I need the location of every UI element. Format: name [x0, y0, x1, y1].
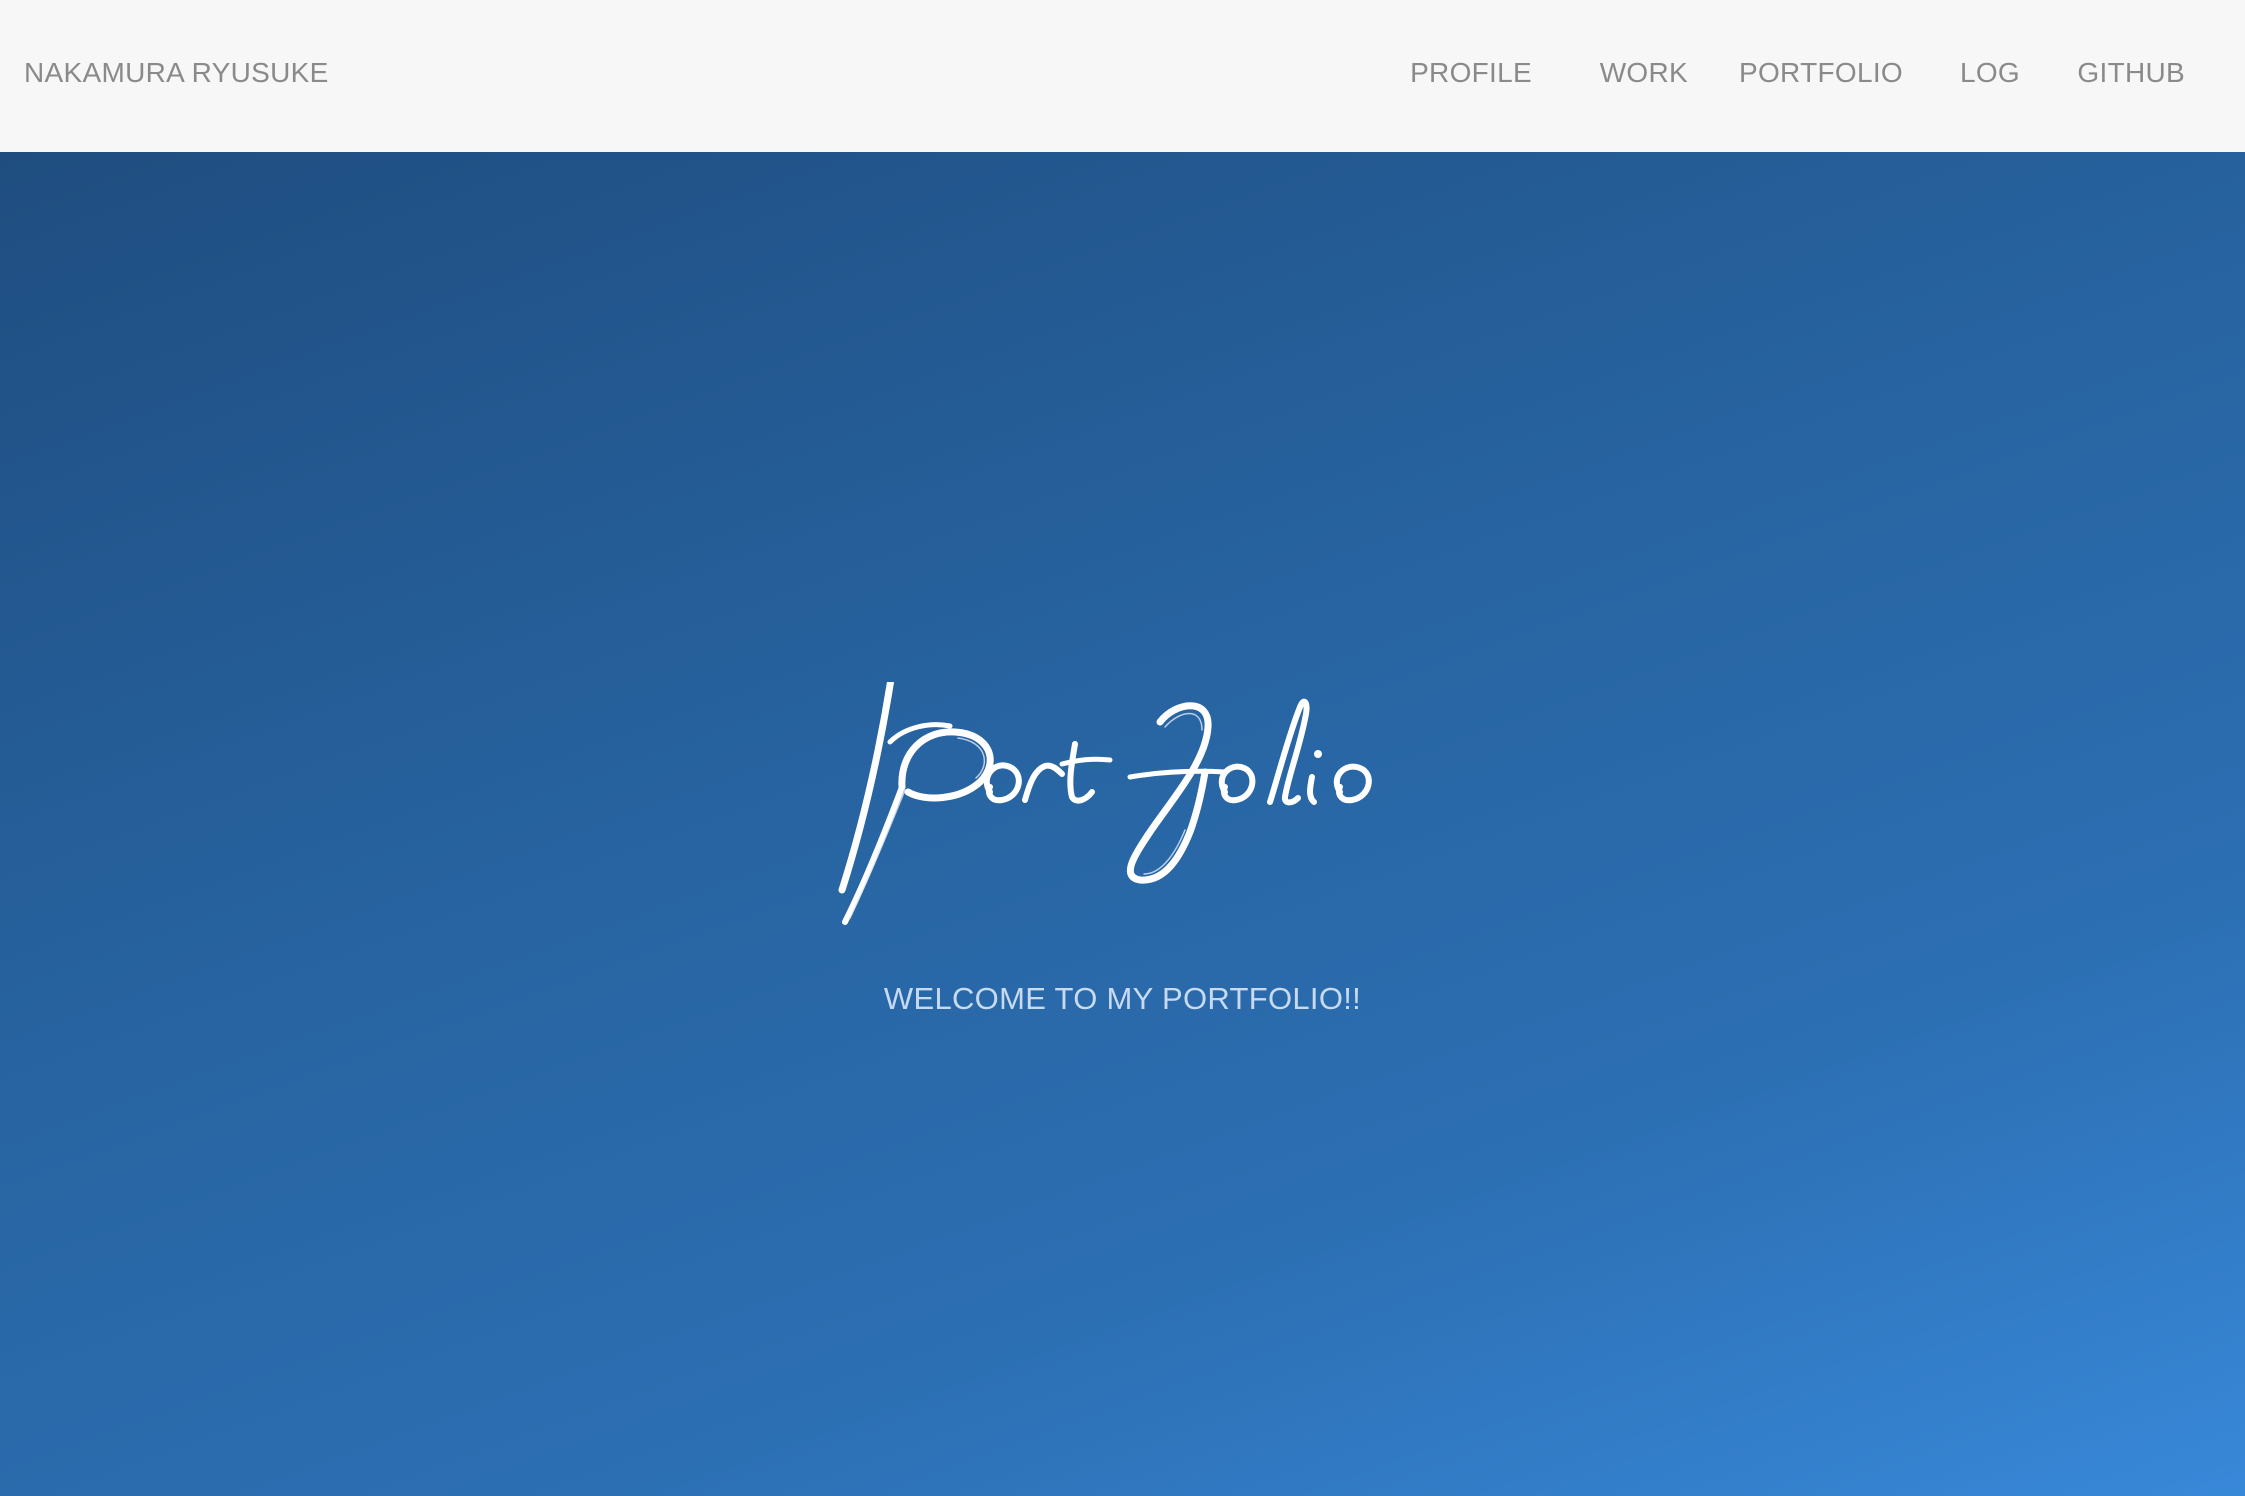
hero-section: WELCOME TO MY PORTFOLIO!! — [0, 152, 2245, 1496]
brand-link[interactable]: NAKAMURA RYUSUKE — [24, 55, 329, 91]
welcome-tagline: WELCOME TO MY PORTFOLIO!! — [883, 981, 1362, 1016]
nav-item-work[interactable]: WORK — [1600, 55, 1688, 91]
nav-item-log[interactable]: LOG — [1960, 55, 2020, 91]
top-navbar: NAKAMURA RYUSUKE PROFILE WORK PORTFOLIO … — [0, 0, 2245, 152]
nav-item-github[interactable]: GITHUB — [2077, 55, 2185, 91]
nav-item-profile[interactable]: PROFILE — [1410, 55, 1532, 91]
nav-item-portfolio[interactable]: PORTFOLIO — [1739, 55, 1903, 91]
portfolio-script-logo — [838, 682, 1372, 925]
